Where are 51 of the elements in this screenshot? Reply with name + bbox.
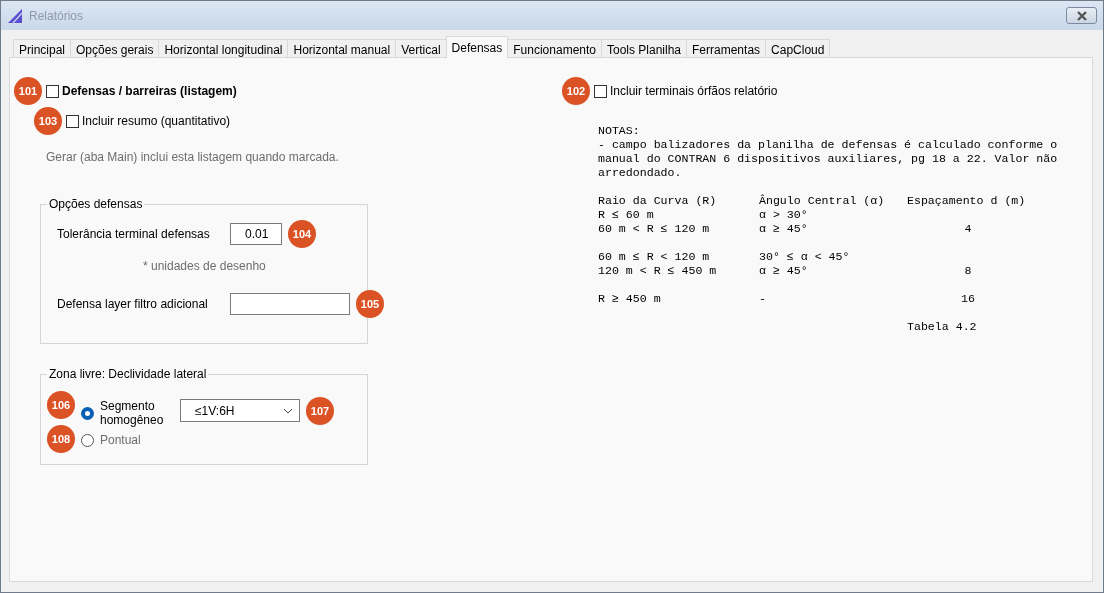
column-header: Ângulo Central (α) — [759, 194, 886, 208]
column-header: Raio da Curva (R) — [598, 194, 718, 208]
table-cell-text: α ≥ 45° — [759, 222, 809, 236]
checkbox-label: Incluir resumo (quantitativo) — [82, 114, 231, 128]
table-cell-text: - — [759, 292, 767, 306]
number-badge: 107 — [306, 397, 334, 425]
slope-dropdown[interactable]: ≤1V:6H — [180, 399, 300, 422]
checkbox-label: Defensas / barreiras (listagem) — [62, 84, 237, 98]
table-cell-text: R ≥ 450 m — [598, 292, 662, 306]
tolerance-input[interactable]: 0.01 — [230, 223, 282, 245]
group-title: Opções defensas — [47, 197, 145, 211]
table-cell-text: α ≥ 45° — [759, 264, 809, 278]
checkbox-label: Incluir terminais órfãos relatório — [610, 84, 778, 98]
notes-paragraph: - campo balizadores da planilha de defensas é calculado conforme o manual do CONTRAN 6 dispositivos auxiliares, pg 18 a 22. Valor não arredondado. — [598, 138, 1059, 180]
layer-filter-input[interactable] — [230, 293, 350, 315]
hint-text: Gerar (aba Main) inclui esta listagem quando marcada. — [46, 150, 340, 164]
number-badge: 105 — [356, 290, 384, 318]
chevron-down-icon — [283, 407, 293, 414]
table-cell-text: R ≤ 60 m — [598, 208, 655, 222]
checkbox[interactable] — [594, 84, 607, 98]
table-cell-text: 60 m ≤ R < 120 m — [598, 250, 711, 264]
field-label: Defensa layer filtro adicional — [57, 297, 209, 311]
table-cell-text: α > 30° — [759, 208, 809, 222]
table-cell-text: 4 — [963, 222, 973, 236]
radio-button[interactable] — [81, 406, 94, 420]
checkbox[interactable] — [66, 114, 79, 128]
field-label: Tolerância terminal defensas — [57, 227, 211, 241]
number-badge: 106 — [47, 391, 75, 419]
close-button[interactable] — [1066, 7, 1097, 24]
radio-label: Pontual — [100, 433, 142, 447]
notes-title: NOTAS: — [598, 124, 641, 138]
column-header: Espaçamento d (m) — [907, 194, 1027, 208]
tab[interactable]: Defensas — [445, 36, 509, 58]
radio-label: Segmento homogêneo — [100, 399, 165, 427]
number-badge: 104 — [288, 220, 316, 248]
close-icon — [1075, 10, 1088, 21]
number-badge: 101 — [14, 77, 42, 105]
group-title: Zona livre: Declividade lateral — [47, 367, 209, 381]
app-logo-icon — [7, 7, 23, 24]
units-note: * unidades de desenho — [143, 259, 267, 273]
number-badge: 102 — [562, 77, 590, 105]
table-caption: Tabela 4.2 — [907, 320, 978, 334]
table-cell-text: 120 m < R ≤ 450 m — [598, 264, 718, 278]
window-title: Relatórios — [29, 8, 85, 23]
number-badge: 108 — [47, 425, 75, 453]
table-cell-text: 30° ≤ α < 45° — [759, 250, 851, 264]
table-cell-text: 8 — [963, 264, 973, 278]
table-cell-text: 16 — [960, 292, 976, 306]
checkbox[interactable] — [46, 84, 59, 98]
number-badge: 103 — [34, 107, 62, 135]
table-cell-text: 60 m < R ≤ 120 m — [598, 222, 711, 236]
